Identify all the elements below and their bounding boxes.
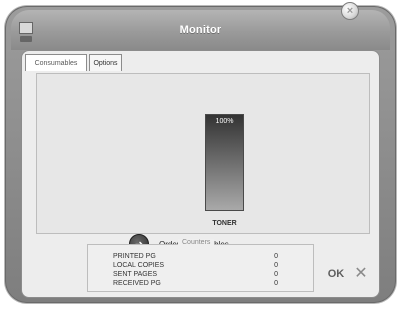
counter-name: PRINTED PG (113, 253, 156, 260)
counter-value: 0 (274, 280, 278, 287)
counter-row-received: RECEIVED PG 0 (113, 280, 288, 288)
monitor-window: Monitor × Consumables Options 100% TONER… (5, 2, 396, 303)
counter-value: 0 (274, 271, 278, 278)
cancel-button[interactable]: ✕ (352, 265, 370, 283)
counter-value: 0 (274, 262, 278, 269)
title-bar: Monitor (11, 10, 390, 50)
counter-name: SENT PAGES (113, 271, 158, 278)
counters-group: Counters PRINTED PG 0 LOCAL COPIES 0 SEN… (87, 239, 314, 292)
counter-name: LOCAL COPIES (113, 262, 165, 269)
counter-row-local-copies: LOCAL COPIES 0 (113, 262, 288, 270)
counter-name: RECEIVED PG (113, 280, 161, 287)
toner-level-bar: 100% (205, 114, 244, 211)
consumables-panel: 100% TONER ➜ Order consumables (36, 73, 370, 254)
toner-percent: 100% (215, 118, 234, 125)
counter-row-printed: PRINTED PG 0 (113, 253, 288, 261)
close-icon[interactable]: × (341, 2, 359, 20)
monitor-base (20, 36, 32, 42)
ok-button[interactable]: OK (325, 267, 347, 281)
window-title: Monitor (179, 24, 222, 36)
tab-options[interactable]: Options (89, 54, 122, 71)
content-area: Consumables Options 100% TONER ➜ Order c… (21, 50, 380, 298)
toner-level-fill (206, 115, 243, 210)
tab-consumables[interactable]: Consumables (25, 54, 87, 71)
toner-label: TONER (212, 220, 237, 227)
counter-value: 0 (274, 253, 278, 260)
counters-title: Counters (178, 239, 215, 246)
counter-row-sent-pages: SENT PAGES 0 (113, 271, 288, 279)
